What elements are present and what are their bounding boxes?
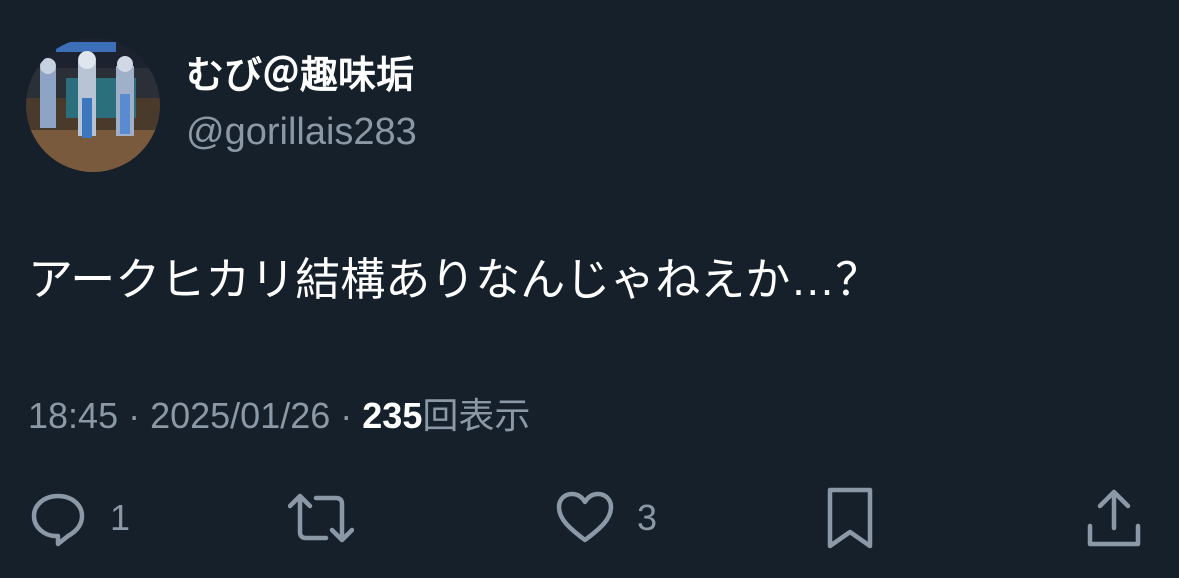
retweet-icon: [288, 493, 354, 543]
share-icon: [1087, 489, 1141, 547]
reply-count: 1: [110, 497, 131, 538]
avatar-image: [26, 38, 160, 172]
tweet-time[interactable]: 18:45: [28, 395, 118, 436]
heart-icon: [556, 491, 614, 543]
like-count: 3: [637, 497, 658, 538]
tweet-meta: 18:45 · 2025/01/26 · 235回表示: [28, 394, 530, 438]
views-label: 回表示: [422, 395, 531, 436]
meta-separator: ·: [340, 395, 353, 436]
reply-icon: [31, 493, 85, 547]
bookmark-icon: [827, 487, 873, 549]
tweet-text: アークヒカリ結構ありなんじゃねえか…？: [28, 254, 881, 305]
share-button[interactable]: [1084, 480, 1144, 556]
avatar[interactable]: [26, 38, 160, 172]
bookmark-button[interactable]: [822, 480, 878, 556]
action-bar: 1 3: [0, 480, 1179, 556]
tweet-date[interactable]: 2025/01/26: [150, 395, 330, 436]
tweet-card: むび＠趣味垢 @gorillais283 アークヒカリ結構ありなんじゃねえか…？…: [0, 0, 1179, 578]
retweet-button[interactable]: [288, 480, 354, 556]
meta-separator: ·: [128, 395, 141, 436]
author-display-name[interactable]: むび＠趣味垢: [186, 54, 414, 98]
like-button[interactable]: 3: [555, 480, 657, 556]
views-count[interactable]: 235: [362, 395, 422, 436]
author-handle[interactable]: @gorillais283: [186, 110, 417, 154]
reply-button[interactable]: 1: [28, 480, 130, 556]
